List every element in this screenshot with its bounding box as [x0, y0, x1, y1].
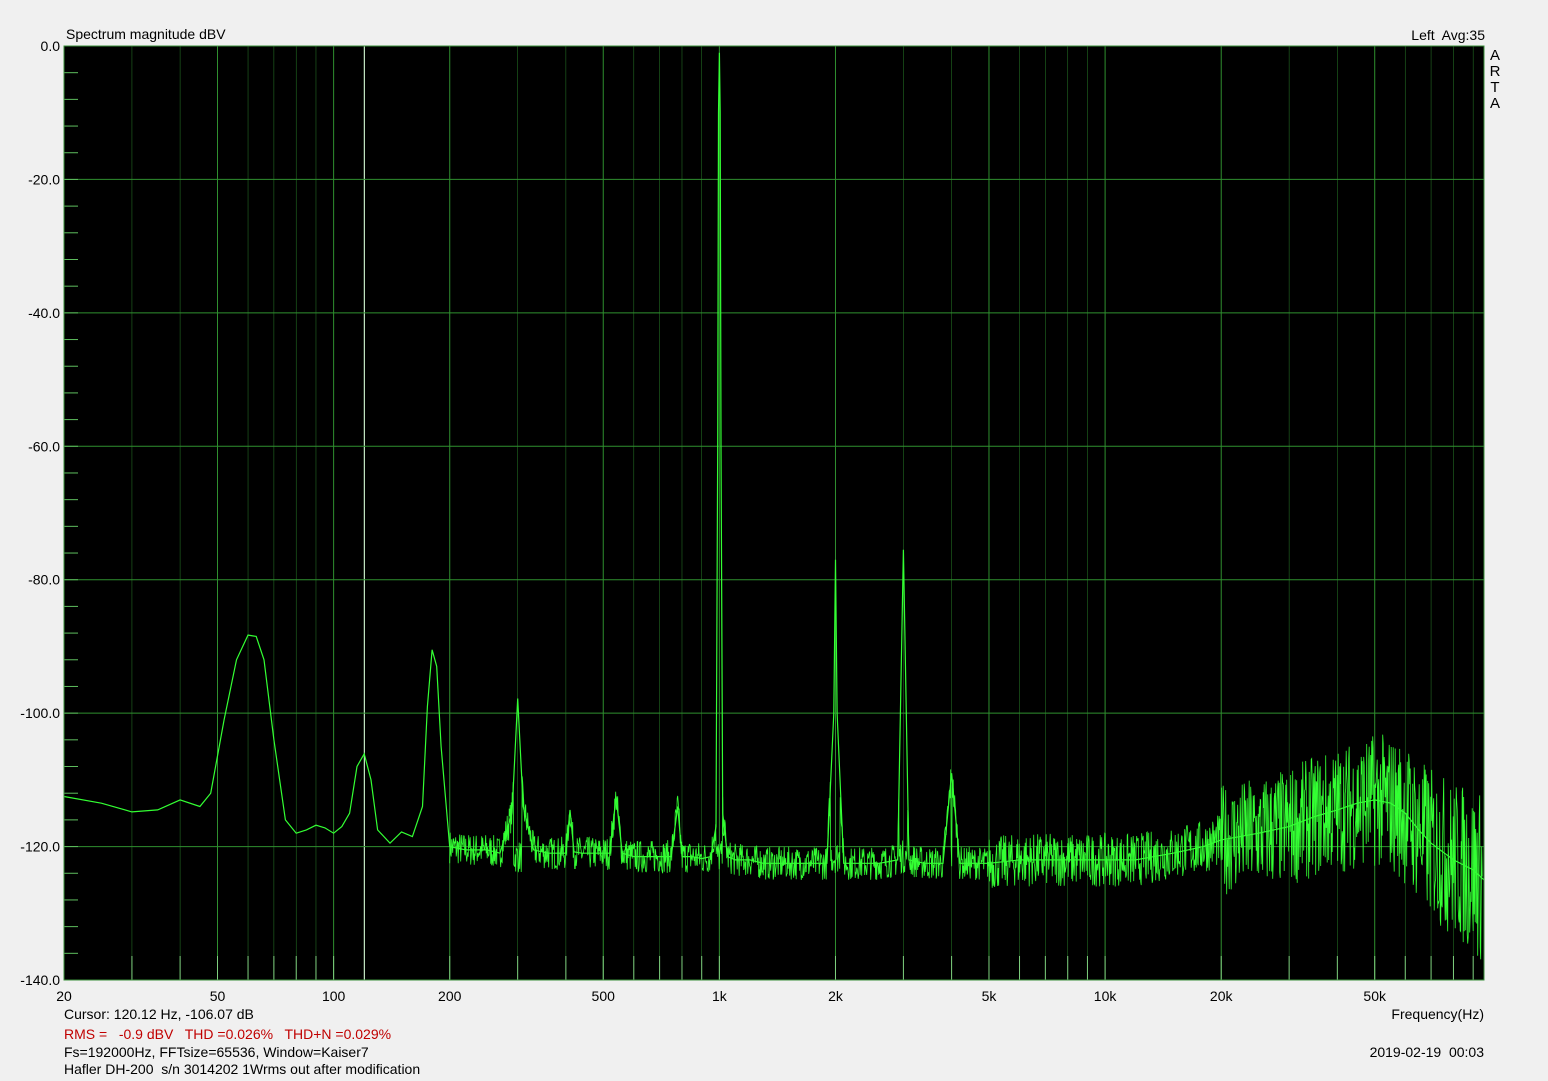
x-axis-label: Frequency(Hz) [1391, 1006, 1484, 1022]
x-tick-label: 200 [438, 988, 462, 1004]
x-tick-label: 1k [712, 988, 728, 1004]
y-tick-labels: 0.0 -20.0 -40.0 -60.0 -80.0 -100.0 -120.0 -140.… [20, 38, 60, 988]
cursor-readout: Cursor: 120.12 Hz, -106.07 dB [64, 1006, 254, 1022]
rms-thd-readout: RMS = -0.9 dBV THD =0.026% THD+N =0.029% [64, 1026, 392, 1042]
x-tick-label: 50k [1363, 988, 1387, 1004]
measurement-settings: Fs=192000Hz, FFTsize=65536, Window=Kaise… [64, 1044, 369, 1060]
x-tick-label: 100 [322, 988, 346, 1004]
x-tick-label: 20k [1210, 988, 1234, 1004]
spectrum-chart[interactable]: 0.0 -20.0 -40.0 -60.0 -80.0 -100.0 -120.0 -140.… [0, 0, 1548, 1081]
x-tick-labels: 20 50 100 200 500 1k 2k 5k 10k 20k 50k [56, 988, 1387, 1004]
y-tick-label: -140.0 [20, 972, 60, 988]
x-tick-label: 20 [56, 988, 72, 1004]
measurement-description: Hafler DH-200 s/n 3014202 1Wrms out afte… [64, 1061, 421, 1077]
y-tick-label: -80.0 [28, 572, 60, 588]
x-tick-label: 50 [210, 988, 226, 1004]
x-tick-label: 2k [828, 988, 844, 1004]
y-tick-label: -20.0 [28, 171, 60, 187]
y-tick-label: -40.0 [28, 305, 60, 321]
y-tick-label: 0.0 [41, 38, 61, 54]
y-tick-label: -60.0 [28, 438, 60, 454]
x-tick-label: 5k [982, 988, 998, 1004]
y-tick-label: -120.0 [20, 839, 60, 855]
x-tick-label: 500 [592, 988, 616, 1004]
y-tick-label: -100.0 [20, 705, 60, 721]
x-tick-label: 10k [1094, 988, 1118, 1004]
timestamp: 2019-02-19 00:03 [1369, 1044, 1484, 1060]
